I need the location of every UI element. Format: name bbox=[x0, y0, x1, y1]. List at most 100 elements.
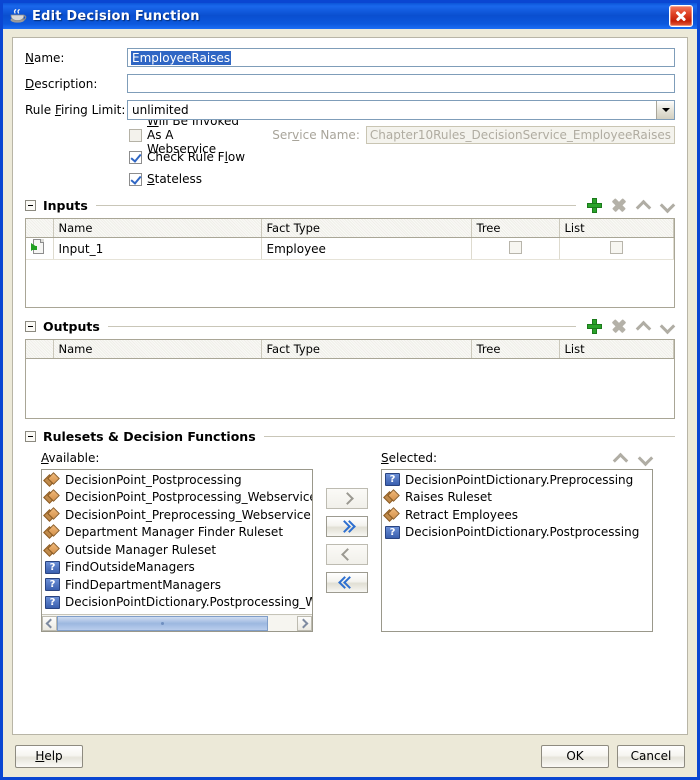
selected-label: Selected: bbox=[381, 451, 438, 465]
list-item-label: DecisionPointDictionary.Postprocessing_W… bbox=[65, 595, 312, 610]
list-item-label: DecisionPoint_Postprocessing bbox=[65, 472, 242, 487]
selected-items: DecisionPointDictionary.Preprocessing Ra… bbox=[382, 470, 652, 541]
title-bar: Edit Decision Function bbox=[3, 3, 697, 29]
list-item-label: Department Manager Finder Ruleset bbox=[65, 525, 284, 540]
move-right-button[interactable] bbox=[326, 488, 368, 509]
move-all-right-button[interactable] bbox=[326, 516, 368, 537]
description-label: Description: bbox=[25, 76, 98, 91]
rule-firing-limit-select[interactable]: unlimited bbox=[127, 100, 675, 120]
selected-listbox[interactable]: DecisionPointDictionary.Preprocessing Ra… bbox=[381, 469, 653, 632]
list-item[interactable]: DecisionPointDictionary.Postprocessing bbox=[382, 524, 652, 542]
list-item[interactable]: FindDepartmentManagers bbox=[42, 576, 312, 594]
window-title: Edit Decision Function bbox=[32, 8, 200, 24]
inputs-col-name: Name bbox=[53, 219, 262, 238]
selected-column: Selected: DecisionPointDictionary.Prepro… bbox=[381, 450, 653, 632]
available-horizontal-scrollbar[interactable] bbox=[42, 614, 312, 631]
ok-button[interactable]: OK bbox=[541, 744, 609, 768]
list-item-label: DecisionPointDictionary.Preprocessing bbox=[405, 472, 634, 487]
stateless-row: Stateless bbox=[129, 171, 675, 187]
list-item[interactable]: Department Manager Finder Ruleset bbox=[42, 524, 312, 542]
input-row-name[interactable]: Input_1 bbox=[53, 237, 262, 260]
outputs-col-tree: Tree bbox=[471, 340, 560, 359]
description-input[interactable] bbox=[127, 74, 675, 93]
available-items: DecisionPoint_Postprocessing DecisionPoi… bbox=[42, 470, 312, 611]
outputs-collapse-toggle[interactable] bbox=[25, 320, 36, 332]
list-item[interactable]: DecisionPointDictionary.Preprocessing bbox=[382, 471, 652, 489]
move-all-left-button[interactable] bbox=[326, 572, 368, 593]
chevron-left-icon bbox=[340, 548, 354, 561]
inputs-collapse-toggle[interactable] bbox=[25, 199, 36, 211]
rulesets-collapse-toggle[interactable] bbox=[25, 431, 36, 442]
dual-list: Available: DecisionPoint_Postprocessing … bbox=[25, 450, 675, 632]
chevron-down-icon[interactable] bbox=[656, 101, 674, 119]
move-left-button[interactable] bbox=[326, 544, 368, 565]
input-row-tree-checkbox[interactable] bbox=[508, 240, 522, 254]
webservice-row: Will Be Invoked As A Webservice Service … bbox=[129, 114, 675, 156]
available-listbox[interactable]: DecisionPoint_Postprocessing DecisionPoi… bbox=[41, 469, 313, 632]
cancel-button[interactable]: Cancel bbox=[617, 744, 685, 768]
table-row[interactable]: Input_1 Employee bbox=[26, 237, 674, 260]
inputs-section-title: Inputs bbox=[43, 197, 88, 213]
outputs-toolbar bbox=[586, 318, 675, 334]
inputs-move-down-icon[interactable] bbox=[660, 198, 675, 213]
rule-firing-limit-row: Rule Firing Limit: unlimited bbox=[25, 100, 675, 120]
inputs-move-up-icon[interactable] bbox=[636, 198, 651, 213]
outputs-table-header-row: Name Fact Type Tree List bbox=[26, 340, 674, 359]
available-header: Available: bbox=[41, 450, 313, 466]
outputs-section-header: Outputs bbox=[25, 318, 675, 334]
inputs-col-tree: Tree bbox=[471, 219, 560, 238]
input-row-fact-type[interactable]: Employee bbox=[261, 237, 472, 260]
close-icon[interactable] bbox=[669, 5, 693, 27]
list-item[interactable]: DecisionPoint_Postprocessing bbox=[42, 471, 312, 489]
name-value: EmployeeRaises bbox=[131, 50, 232, 65]
dialog-footer: Help OK Cancel bbox=[3, 735, 697, 777]
name-label: Name: bbox=[25, 50, 65, 65]
divider bbox=[263, 436, 675, 437]
scroll-right-icon[interactable] bbox=[297, 615, 312, 631]
inputs-add-icon[interactable] bbox=[586, 197, 602, 213]
description-row: Description: bbox=[25, 74, 675, 93]
list-item-label: DecisionPoint_Preprocessing_Webservice bbox=[65, 507, 311, 522]
list-item[interactable]: Raises Ruleset bbox=[382, 489, 652, 507]
scrollbar-track[interactable] bbox=[57, 615, 297, 631]
decision-function-icon bbox=[385, 473, 400, 487]
selected-toolbar bbox=[613, 451, 653, 466]
outputs-col-name: Name bbox=[53, 340, 262, 359]
list-item[interactable]: Retract Employees bbox=[382, 506, 652, 524]
list-item[interactable]: Outside Manager Ruleset bbox=[42, 541, 312, 559]
inputs-section-header: Inputs bbox=[25, 197, 675, 213]
inputs-col-fact-type: Fact Type bbox=[261, 219, 472, 238]
outputs-move-up-icon[interactable] bbox=[636, 319, 651, 334]
help-button[interactable]: Help bbox=[15, 744, 83, 768]
selected-move-up-icon[interactable] bbox=[613, 451, 628, 466]
outputs-move-down-icon[interactable] bbox=[660, 319, 675, 334]
list-item[interactable]: DecisionPointDictionary.Postprocessing_W… bbox=[42, 594, 312, 612]
rulesets-section-header: Rulesets & Decision Functions bbox=[25, 429, 675, 444]
ruleset-icon bbox=[385, 508, 400, 522]
outputs-delete-icon[interactable] bbox=[611, 318, 627, 334]
stateless-checkbox[interactable] bbox=[129, 172, 142, 186]
ruleset-icon bbox=[45, 490, 60, 504]
input-row-list-checkbox[interactable] bbox=[609, 240, 623, 254]
selected-move-down-icon[interactable] bbox=[638, 451, 653, 466]
list-item[interactable]: DecisionPoint_Postprocessing_Webservice bbox=[42, 489, 312, 507]
decision-function-icon bbox=[45, 595, 60, 609]
ruleset-icon bbox=[45, 543, 60, 557]
list-item-label: Outside Manager Ruleset bbox=[65, 542, 217, 557]
decision-function-icon bbox=[45, 578, 60, 592]
name-row: Name: EmployeeRaises bbox=[25, 48, 675, 67]
name-input[interactable]: EmployeeRaises bbox=[127, 48, 675, 67]
list-item-label: Raises Ruleset bbox=[405, 490, 492, 505]
list-item[interactable]: FindOutsideManagers bbox=[42, 559, 312, 577]
transfer-buttons bbox=[326, 488, 368, 593]
list-item-label: DecisionPoint_Postprocessing_Webservice bbox=[65, 490, 312, 505]
outputs-add-icon[interactable] bbox=[586, 318, 602, 334]
outputs-section-title: Outputs bbox=[43, 318, 100, 334]
webservice-checkbox[interactable] bbox=[129, 128, 142, 142]
inputs-delete-icon[interactable] bbox=[611, 197, 627, 213]
check-rule-flow-checkbox[interactable] bbox=[129, 150, 142, 164]
input-row-tree-cell bbox=[471, 237, 560, 260]
scrollbar-thumb[interactable] bbox=[57, 615, 269, 631]
scroll-left-icon[interactable] bbox=[42, 615, 57, 631]
list-item[interactable]: DecisionPoint_Preprocessing_Webservice bbox=[42, 506, 312, 524]
